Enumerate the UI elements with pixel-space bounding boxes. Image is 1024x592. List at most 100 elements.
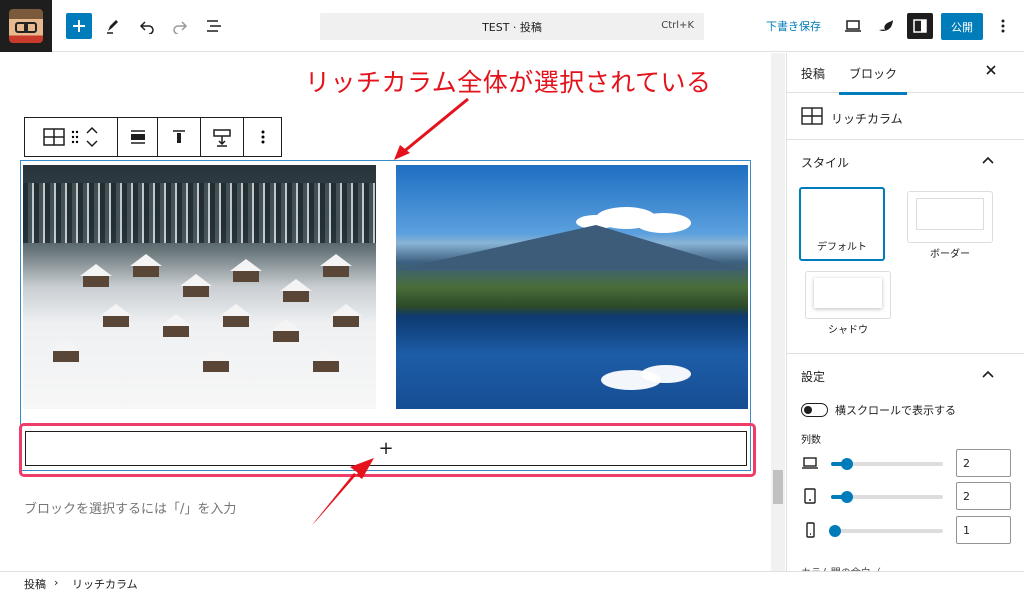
document-title: TEST · 投稿 [482, 21, 542, 34]
horizontal-scroll-label: 横スクロールで表示する [835, 404, 956, 417]
house-shape [100, 304, 132, 327]
site-icon[interactable] [0, 0, 52, 52]
plugin-button[interactable] [873, 13, 899, 39]
min-height-icon [213, 129, 231, 147]
close-icon [986, 65, 996, 75]
house-shape [270, 319, 302, 342]
forest-texture [23, 183, 376, 243]
breadcrumb-post[interactable]: 投稿 [24, 576, 46, 592]
house-shape [220, 304, 252, 327]
styles-panel-heading[interactable]: スタイル [801, 154, 849, 171]
breadcrumb-rich-columns[interactable]: リッチカラム [72, 576, 138, 592]
columns-label: 列数 [801, 435, 821, 446]
house-shape [320, 254, 352, 277]
redo-button[interactable] [167, 13, 193, 39]
avatar-icon [9, 9, 43, 43]
columns-desktop-row: 2 [801, 449, 1011, 477]
style-label: デフォルト [817, 242, 867, 253]
horizontal-scroll-toggle[interactable] [801, 403, 828, 417]
close-sidebar-button[interactable] [985, 61, 997, 80]
house-shape [130, 254, 162, 277]
drag-handle-icon[interactable] [71, 130, 79, 144]
settings-sidebar: 投稿 ブロック リッチカラム スタイル デフォルト ボーダー シャドウ 設定 横… [786, 53, 1024, 571]
style-label: シャドウ [828, 325, 868, 336]
preview-button[interactable] [840, 13, 866, 39]
columns-block-icon[interactable] [43, 128, 65, 146]
block-options-button[interactable] [244, 118, 281, 156]
block-card: リッチカラム [787, 94, 1024, 140]
block-placeholder[interactable]: ブロックを選択するには「/」を入力 [24, 498, 236, 517]
columns-mobile-row: 1 [801, 516, 1011, 544]
align-button[interactable] [118, 118, 158, 156]
vertical-align-button[interactable] [158, 118, 201, 156]
mobile-icon [806, 522, 815, 538]
chevron-up-icon[interactable] [982, 367, 994, 381]
columns-tablet-row: 2 [801, 482, 1011, 510]
undo-button[interactable] [134, 13, 160, 39]
columns-tablet-slider[interactable] [831, 491, 943, 503]
slider-thumb[interactable] [829, 525, 841, 537]
breadcrumb: 投稿 › リッチカラム [0, 571, 1024, 592]
align-wide-icon [130, 130, 145, 144]
highlight-box [19, 423, 756, 477]
tablet-icon [804, 488, 816, 504]
chevron-right-icon: › [54, 576, 59, 589]
publish-button[interactable]: 公開 [941, 13, 983, 40]
house-shape [50, 339, 82, 362]
editor-canvas[interactable]: リッチカラム全体が選択されている + ブロックを選択するには「/」を入力 [0, 53, 785, 571]
columns-tablet-input[interactable]: 2 [956, 482, 1011, 510]
house-shape [160, 314, 192, 337]
scroll-thumb[interactable] [773, 470, 783, 504]
options-button[interactable] [990, 13, 1016, 39]
pencil-icon [107, 20, 118, 34]
desktop-icon [845, 20, 861, 32]
document-overview-button[interactable] [201, 13, 227, 39]
block-switcher-group [25, 118, 118, 156]
style-preview [916, 198, 984, 230]
plus-icon [73, 20, 85, 32]
sidebar-icon [913, 19, 927, 33]
annotation-text: リッチカラム全体が選択されている [305, 68, 712, 97]
slider-thumb[interactable] [841, 491, 853, 503]
style-option-default[interactable]: デフォルト [799, 187, 885, 261]
style-option-border[interactable]: ボーダー [907, 191, 993, 260]
move-up-down-icon[interactable] [85, 125, 99, 149]
house-shape [200, 349, 232, 372]
canvas-scrollbar[interactable] [771, 53, 785, 571]
style-preview [814, 278, 882, 308]
columns-block-icon [801, 107, 823, 125]
columns-mobile-input[interactable]: 1 [956, 516, 1011, 544]
block-toolbar [24, 117, 282, 157]
columns-desktop-slider[interactable] [831, 458, 943, 470]
add-block-button[interactable] [66, 13, 92, 39]
undo-icon [139, 21, 154, 34]
desktop-icon [802, 457, 818, 469]
column-gap-label: カラム間の余白（ [801, 564, 881, 571]
chevron-up-icon[interactable] [982, 153, 994, 167]
save-draft-button[interactable]: 下書き保存 [766, 18, 821, 34]
house-shape [280, 279, 312, 302]
tab-post[interactable]: 投稿 [801, 65, 825, 82]
list-view-icon [207, 20, 221, 32]
house-shape [80, 264, 112, 287]
house-shape [230, 259, 262, 282]
house-shape [180, 274, 212, 297]
house-shape [310, 349, 342, 372]
height-button[interactable] [201, 118, 244, 156]
style-preview [809, 197, 877, 233]
settings-panel-heading[interactable]: 設定 [801, 368, 825, 385]
snow-village-image[interactable] [23, 165, 376, 409]
slider-thumb[interactable] [841, 458, 853, 470]
tools-button[interactable] [100, 13, 126, 39]
shortcut-hint: Ctrl+K [661, 20, 694, 31]
settings-toggle-button[interactable] [907, 13, 933, 39]
columns-desktop-input[interactable]: 2 [956, 449, 1011, 477]
arrow-head-top [394, 145, 410, 160]
columns-mobile-slider[interactable] [829, 525, 943, 537]
command-palette-bar[interactable]: TEST · 投稿 Ctrl+K [320, 13, 704, 40]
arrow-to-block [401, 97, 469, 155]
tab-block[interactable]: ブロック [838, 65, 908, 95]
kebab-menu-icon [261, 130, 264, 144]
style-option-shadow[interactable]: シャドウ [805, 271, 891, 336]
lake-mountain-image[interactable] [396, 165, 748, 409]
